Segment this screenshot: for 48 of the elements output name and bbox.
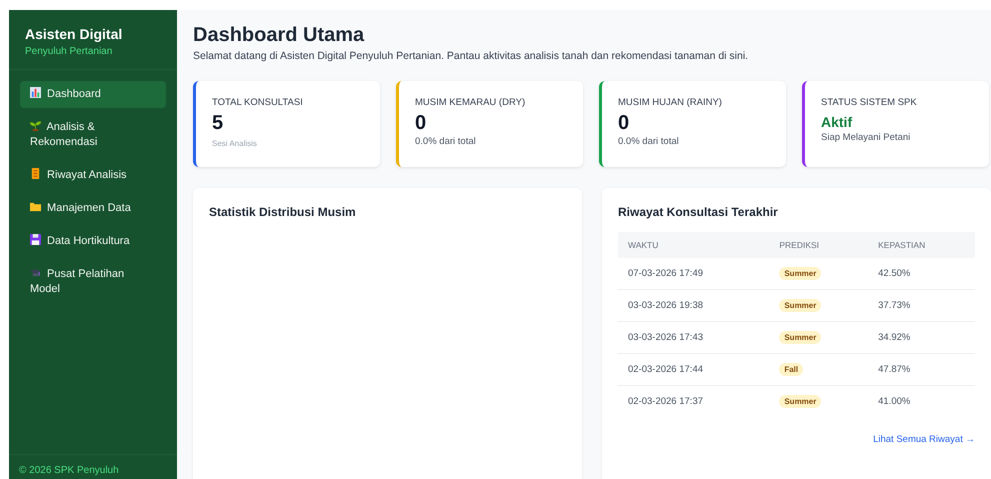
column-header: PREDIKSI: [769, 232, 868, 258]
sidebar-item[interactable]: Manajemen Data: [20, 195, 166, 222]
stat-note: Sesi Analisis: [212, 139, 258, 148]
stat-label: TOTAL KONSULTASI: [212, 97, 304, 108]
table-cell: 07-03-2026 17:49: [618, 258, 770, 290]
stat-label: MUSIM KEMARAU (DRY): [415, 97, 526, 108]
sidebar-item[interactable]: Analisis & Rekomendasi: [20, 114, 166, 156]
panel-title: Statistik Distribusi Musim: [209, 205, 357, 219]
page-title: Dashboard Utama: [193, 24, 366, 47]
prediction-tag: Summer: [779, 267, 822, 280]
sidebar-item[interactable]: Riwayat Analisis: [20, 162, 166, 189]
table-cell: 42.50%: [868, 258, 975, 290]
sprout-icon: [30, 120, 41, 131]
app-subtitle: Penyuluh Pertanian: [25, 46, 114, 57]
table-cell: 02-03-2026 17:37: [618, 386, 770, 417]
table-cell: 34.92%: [868, 322, 975, 354]
prediction-tag: Summer: [779, 299, 822, 312]
view-all-link[interactable]: Lihat Semua Riwayat →: [873, 434, 975, 445]
stat-value: 0: [618, 112, 630, 134]
table-cell: 03-03-2026 19:38: [618, 290, 770, 322]
stat-label: MUSIM HUJAN (RAINY): [618, 97, 723, 108]
status-value: Aktif: [821, 114, 854, 130]
stat-value: 5: [212, 112, 224, 134]
sidebar-item[interactable]: Dashboard: [20, 81, 166, 108]
stat-note: Siap Melayani Petani: [821, 132, 912, 143]
stat-note: 0.0% dari total: [415, 136, 477, 147]
stat-label: STATUS SISTEM SPK: [821, 97, 918, 108]
folder-icon: [30, 201, 41, 212]
panel-title: Riwayat Konsultasi Terakhir: [618, 205, 779, 219]
stat-note: 0.0% dari total: [618, 136, 680, 147]
table-cell: 47.87%: [868, 354, 975, 386]
graduation-cap-icon: [30, 267, 41, 278]
scroll-icon: [30, 168, 41, 179]
table-cell: 37.73%: [868, 290, 975, 322]
sidebar-item[interactable]: Pusat Pelatihan Model: [20, 261, 166, 303]
app-title: Asisten Digital: [25, 26, 124, 42]
prediction-tag: Fall: [779, 363, 804, 376]
sidebar-item[interactable]: Data Hortikultura: [20, 228, 166, 255]
table-cell: 41.00%: [868, 386, 975, 417]
page-subtitle: Selamat datang di Asisten Digital Penyuluh Pertanian. Pantau aktivitas analisis tanah dan rekomendasi tanaman di sini.: [193, 50, 750, 62]
prediction-tag: Summer: [779, 331, 822, 344]
prediction-tag: Summer: [779, 395, 822, 408]
table-cell: 03-03-2026 17:43: [618, 322, 770, 354]
column-header: KEPASTIAN: [868, 232, 975, 258]
table-cell: 02-03-2026 17:44: [618, 354, 770, 386]
stat-value: 0: [415, 112, 428, 134]
column-header: WAKTU: [618, 232, 770, 258]
bar-chart-icon: [30, 87, 41, 98]
